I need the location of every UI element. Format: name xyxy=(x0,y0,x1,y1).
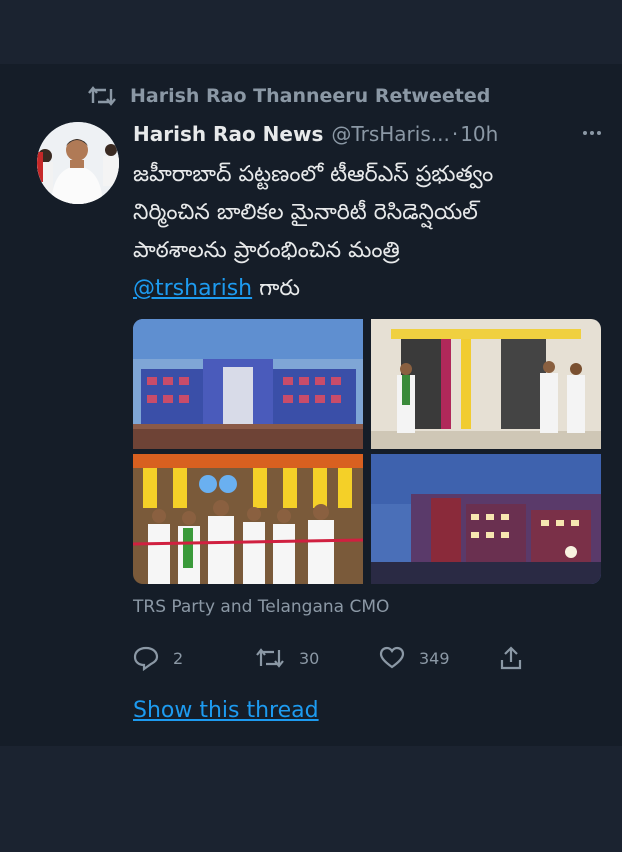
tweet-text: జహీరాబాద్ పట్టణంలో టీఆర్ఎస్ ప్రభుత్వం ని… xyxy=(133,156,593,308)
tweet-card[interactable]: Harish Rao Thanneeru Retweeted Harish Ra… xyxy=(0,64,622,746)
share-icon xyxy=(500,646,522,670)
tweet-text-line: జహీరాబాద్ పట్టణంలో టీఆర్ఎస్ ప్రభుత్వం xyxy=(133,162,494,187)
building-night-photo[interactable] xyxy=(371,454,601,584)
reply-button[interactable]: 2 xyxy=(133,640,183,676)
screen: Harish Rao Thanneeru Retweeted Harish Ra… xyxy=(0,0,622,852)
retweet-context: Harish Rao Thanneeru Retweeted xyxy=(88,82,490,110)
tweet-text-line: నిర్మించిన బాలికల మైనారిటీ రెసిడెన్షియల్ xyxy=(133,200,478,225)
tweet-header: Harish Rao News @TrsHaris... · 10h xyxy=(133,118,603,150)
reply-count: 2 xyxy=(173,648,184,668)
show-thread-link[interactable]: Show this thread xyxy=(133,698,319,723)
media-grid xyxy=(133,319,601,584)
mention-link[interactable]: @trsharish xyxy=(133,276,252,301)
ribbon-cutting-photo[interactable] xyxy=(133,454,363,584)
like-button[interactable]: 349 xyxy=(379,640,450,676)
separator: · xyxy=(451,122,459,146)
inauguration-plaque-photo[interactable] xyxy=(371,319,601,449)
author-handle[interactable]: @TrsHaris... xyxy=(331,122,450,146)
avatar[interactable] xyxy=(37,122,119,204)
reply-icon xyxy=(133,646,159,671)
retweeted-by-label[interactable]: Harish Rao Thanneeru Retweeted xyxy=(130,85,490,107)
media-attribution: TRS Party and Telangana CMO xyxy=(133,597,390,617)
action-bar: 2 30 349 xyxy=(133,640,533,676)
retweet-icon xyxy=(256,648,284,668)
tweet-text-line: పాఠశాలను ప్రారంభించిన మంత్రి xyxy=(133,238,400,263)
heart-icon xyxy=(379,646,405,669)
tweet-text-line: @trsharish గారు xyxy=(133,270,593,308)
like-count: 349 xyxy=(419,648,450,668)
author-name[interactable]: Harish Rao News xyxy=(133,122,323,146)
retweet-icon xyxy=(88,86,116,106)
retweet-count: 30 xyxy=(299,648,320,668)
tweet-time[interactable]: 10h xyxy=(460,122,498,146)
share-button[interactable] xyxy=(499,640,537,676)
retweet-button[interactable]: 30 xyxy=(255,640,319,676)
mention-suffix: గారు xyxy=(252,276,301,301)
more-options-icon[interactable] xyxy=(581,122,603,149)
building-photo[interactable] xyxy=(133,319,363,449)
